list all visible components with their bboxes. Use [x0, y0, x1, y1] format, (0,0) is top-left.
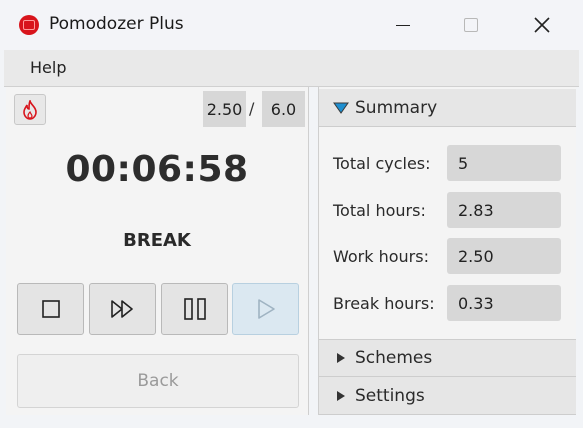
- break-hours-value: 0.33: [447, 285, 561, 321]
- settings-header[interactable]: Settings: [319, 377, 576, 415]
- skip-icon: [110, 300, 133, 318]
- flame-icon: [23, 99, 37, 120]
- work-hours-value: 2.50: [447, 238, 561, 274]
- menu-help[interactable]: Help: [30, 58, 66, 77]
- timer-pane: 2.50 / 6.0 00:06:58 BREAK Back: [6, 87, 309, 415]
- total-hours-value: 2.83: [447, 192, 561, 228]
- stop-button[interactable]: [17, 283, 84, 335]
- close-icon: [534, 17, 550, 33]
- expanded-arrow-icon: [333, 102, 349, 114]
- flame-button[interactable]: [14, 94, 46, 125]
- pause-icon: [183, 298, 206, 320]
- summary-body: Total cycles: 5 Total hours: 2.83 Work h…: [319, 127, 576, 337]
- summary-header[interactable]: Summary: [319, 89, 576, 127]
- phase-label: BREAK: [123, 230, 191, 251]
- window-title: Pomodozer Plus: [49, 14, 184, 34]
- title-bar: Pomodozer Plus: [0, 0, 583, 50]
- tomato-icon: [19, 15, 39, 35]
- close-button[interactable]: [519, 0, 565, 50]
- total-cycles-label: Total cycles:: [333, 154, 431, 173]
- hours-completed: 2.50: [203, 91, 246, 127]
- play-button[interactable]: [232, 283, 299, 335]
- collapsed-arrow-icon: [333, 352, 349, 364]
- side-panel: Summary Total cycles: 5 Total hours: 2.8…: [318, 87, 576, 415]
- break-hours-label: Break hours:: [333, 294, 435, 313]
- schemes-label: Schemes: [355, 348, 433, 368]
- total-cycles-value: 5: [447, 145, 561, 181]
- minimize-button[interactable]: [380, 0, 426, 50]
- schemes-header[interactable]: Schemes: [319, 339, 576, 377]
- work-hours-label: Work hours:: [333, 247, 429, 266]
- back-button[interactable]: Back: [17, 354, 299, 408]
- skip-button[interactable]: [89, 283, 156, 335]
- settings-label: Settings: [355, 385, 425, 406]
- maximize-button[interactable]: [448, 0, 494, 50]
- collapsed-arrow-icon: [333, 390, 349, 402]
- stop-icon: [41, 300, 60, 318]
- hours-separator: /: [249, 99, 255, 118]
- menu-bar: Help: [4, 50, 579, 87]
- summary-label: Summary: [355, 97, 438, 118]
- window-bottom-edge: [0, 415, 583, 428]
- timer-display: 00:06:58: [65, 149, 249, 190]
- hours-target: 6.0: [262, 91, 305, 127]
- pause-button[interactable]: [161, 283, 228, 335]
- total-hours-label: Total hours:: [333, 201, 426, 220]
- play-icon: [257, 299, 275, 319]
